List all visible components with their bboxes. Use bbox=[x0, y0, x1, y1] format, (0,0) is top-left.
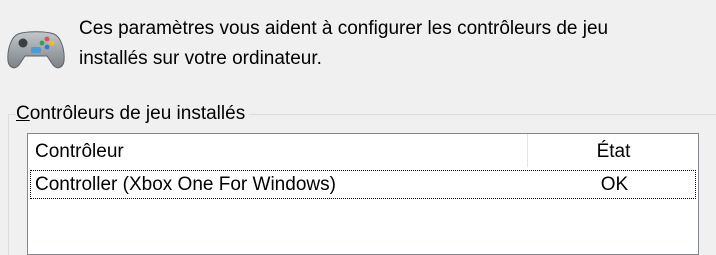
group-title: Contrôleurs de jeu installés bbox=[16, 102, 250, 126]
gamepad-icon bbox=[6, 28, 66, 72]
group-title-accelerator: C bbox=[16, 103, 30, 124]
list-header: Contrôleur État bbox=[28, 134, 698, 167]
column-header-controller[interactable]: Contrôleur bbox=[28, 134, 528, 167]
controllers-list[interactable]: Contrôleur État Controller (Xbox One For… bbox=[27, 133, 699, 255]
group-title-text: ontrôleurs de jeu installés bbox=[29, 103, 246, 124]
controller-name: Controller (Xbox One For Windows) bbox=[35, 174, 336, 195]
list-item[interactable]: Controller (Xbox One For Windows) OK bbox=[30, 170, 696, 199]
column-header-state[interactable]: État bbox=[529, 134, 698, 167]
controller-state: OK bbox=[600, 174, 629, 195]
intro-description: Ces paramètres vous aident à configurer … bbox=[79, 18, 609, 69]
